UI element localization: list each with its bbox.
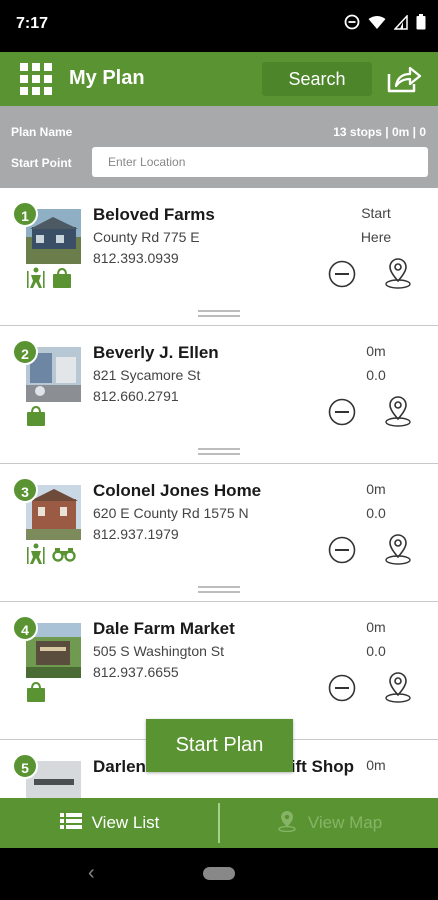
start-point-label: Start Point bbox=[11, 156, 72, 170]
stop-tags bbox=[26, 543, 76, 570]
list-item[interactable]: 1 Beloved Farms County Rd 775 E 812.393.… bbox=[0, 188, 438, 326]
start-location-input[interactable] bbox=[92, 147, 428, 177]
back-icon[interactable]: ‹ bbox=[88, 862, 95, 885]
stop-number-badge: 2 bbox=[12, 339, 38, 365]
plan-name-label: Plan Name bbox=[11, 125, 73, 139]
plan-stats: 13 stops | 0m | 0 bbox=[333, 125, 426, 139]
stop-distance: Start bbox=[361, 205, 391, 221]
stop-address: 505 S Washington St bbox=[93, 643, 225, 659]
stop-name[interactable]: Beloved Farms bbox=[93, 205, 215, 225]
stop-number-badge: 5 bbox=[12, 753, 38, 779]
stop-number-badge: 3 bbox=[12, 477, 38, 503]
home-pill-icon[interactable] bbox=[203, 867, 235, 880]
list-item[interactable]: 2 Beverly J. Ellen 821 Sycamore St 812.6… bbox=[0, 326, 438, 464]
view-map-label: View Map bbox=[307, 813, 383, 832]
view-list-label: View List bbox=[91, 813, 160, 832]
status-time: 7:17 bbox=[16, 15, 49, 32]
stop-distance: 0m bbox=[366, 619, 386, 635]
system-nav-bar: ‹ bbox=[0, 848, 438, 900]
stop-distance: 0m bbox=[366, 481, 386, 497]
share-icon[interactable] bbox=[386, 64, 424, 94]
shopping-bag-icon bbox=[26, 405, 46, 432]
stop-distance: 0m bbox=[366, 757, 386, 773]
tab-view-list[interactable]: View List bbox=[0, 798, 219, 848]
stop-tags bbox=[26, 681, 46, 708]
drag-handle[interactable] bbox=[198, 448, 240, 456]
stop-time: 0.0 bbox=[366, 505, 386, 521]
remove-stop-button[interactable] bbox=[328, 260, 356, 288]
list-item[interactable]: 3 Colonel Jones Home 620 E County Rd 157… bbox=[0, 464, 438, 602]
signal-icon bbox=[393, 13, 408, 35]
stop-number-badge: 4 bbox=[12, 615, 38, 641]
menu-grid-icon[interactable] bbox=[20, 63, 52, 95]
stop-phone[interactable]: 812.937.1979 bbox=[93, 526, 179, 542]
remove-stop-button[interactable] bbox=[328, 674, 356, 702]
list-icon bbox=[59, 812, 82, 835]
stop-name[interactable]: Colonel Jones Home bbox=[93, 481, 261, 501]
stop-number-badge: 1 bbox=[12, 201, 38, 227]
stop-phone[interactable]: 812.660.2791 bbox=[93, 388, 179, 404]
stop-address: 620 E County Rd 1575 N bbox=[93, 505, 249, 521]
stop-tags bbox=[26, 267, 72, 294]
remove-stop-button[interactable] bbox=[328, 536, 356, 564]
bottom-tab-bar: View List View Map bbox=[0, 798, 438, 848]
map-pin-icon[interactable] bbox=[383, 394, 413, 428]
page-title: My Plan bbox=[69, 67, 145, 89]
system-icons bbox=[344, 13, 426, 35]
farm-worker-icon bbox=[26, 267, 46, 294]
wifi-icon bbox=[368, 15, 386, 35]
farm-worker-icon bbox=[26, 543, 46, 570]
do-not-disturb-icon bbox=[344, 14, 360, 35]
plan-info-bar: Plan Name 13 stops | 0m | 0 Start Point bbox=[0, 106, 438, 188]
map-pin-icon[interactable] bbox=[383, 532, 413, 566]
tab-view-map[interactable]: View Map bbox=[220, 798, 438, 848]
battery-icon bbox=[416, 14, 426, 35]
stop-time: Here bbox=[360, 229, 392, 245]
search-button[interactable]: Search bbox=[262, 62, 372, 96]
start-plan-button[interactable]: Start Plan bbox=[146, 719, 293, 772]
stop-phone[interactable]: 812.937.6655 bbox=[93, 664, 179, 680]
stop-time: 0.0 bbox=[366, 367, 386, 383]
stop-tags bbox=[26, 405, 46, 432]
stop-time: 0.0 bbox=[366, 643, 386, 659]
stop-name[interactable]: Dale Farm Market bbox=[93, 619, 235, 639]
map-pin-icon[interactable] bbox=[383, 256, 413, 290]
stop-distance: 0m bbox=[366, 343, 386, 359]
status-bar: 7:17 bbox=[0, 0, 438, 52]
drag-handle[interactable] bbox=[198, 586, 240, 594]
app-bar: My Plan Search bbox=[0, 52, 438, 106]
stop-address: 821 Sycamore St bbox=[93, 367, 201, 383]
remove-stop-button[interactable] bbox=[328, 398, 356, 426]
shopping-bag-icon bbox=[52, 267, 72, 294]
stop-name[interactable]: Beverly J. Ellen bbox=[93, 343, 219, 363]
stop-phone[interactable]: 812.393.0939 bbox=[93, 250, 179, 266]
stop-list[interactable]: 1 Beloved Farms County Rd 775 E 812.393.… bbox=[0, 188, 438, 798]
map-pin-icon[interactable] bbox=[383, 670, 413, 704]
binoculars-icon bbox=[52, 546, 76, 567]
map-pin-icon bbox=[276, 810, 298, 837]
drag-handle[interactable] bbox=[198, 310, 240, 318]
shopping-bag-icon bbox=[26, 681, 46, 708]
stop-address: County Rd 775 E bbox=[93, 229, 200, 245]
